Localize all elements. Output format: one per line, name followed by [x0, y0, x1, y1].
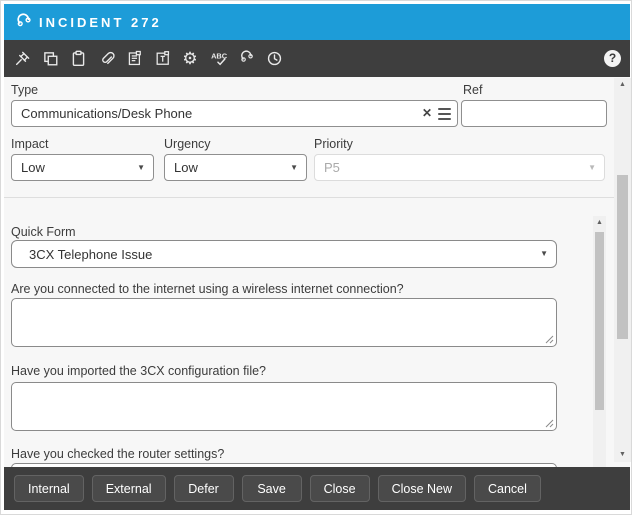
incident-window: INCIDENT 272 — [0, 0, 632, 515]
priority-value: P5 — [324, 160, 340, 175]
settings-gear-icon[interactable]: ⚙ — [181, 50, 199, 68]
call-phone-icon[interactable] — [237, 50, 255, 68]
chevron-down-icon: ▼ — [137, 163, 145, 172]
scrollbar-thumb[interactable] — [617, 175, 628, 339]
question-3-label: Have you checked the router settings? — [11, 447, 224, 461]
quick-form-select[interactable]: 3CX Telephone Issue ▼ — [11, 240, 557, 268]
scrollbar-thumb[interactable] — [595, 232, 604, 410]
urgency-value: Low — [174, 160, 198, 175]
impact-select[interactable]: Low ▼ — [11, 154, 154, 181]
type-combo: ✕ — [11, 100, 458, 127]
type-input[interactable] — [11, 100, 458, 127]
cancel-button[interactable]: Cancel — [474, 475, 541, 502]
paste-icon[interactable] — [69, 50, 87, 68]
quick-form-value: 3CX Telephone Issue — [21, 247, 152, 262]
type-label: Type — [11, 83, 38, 97]
chevron-down-icon: ▼ — [588, 163, 596, 172]
urgency-select[interactable]: Low ▼ — [164, 154, 307, 181]
priority-label: Priority — [314, 137, 353, 151]
pin-icon[interactable] — [13, 50, 31, 68]
notes-icon[interactable] — [125, 50, 143, 68]
phone-icon — [14, 13, 33, 32]
close-button[interactable]: Close — [310, 475, 370, 502]
quick-form-scrollbar[interactable]: ▲ — [593, 216, 606, 467]
ref-label: Ref — [463, 83, 482, 97]
impact-label: Impact — [11, 137, 49, 151]
question-2-label: Have you imported the 3CX configuration … — [11, 364, 266, 378]
quick-form-label: Quick Form — [11, 225, 76, 239]
copy-icon[interactable] — [41, 50, 59, 68]
form-icon[interactable] — [153, 50, 171, 68]
close-new-button[interactable]: Close New — [378, 475, 466, 502]
question-2-textarea[interactable] — [11, 382, 557, 431]
toolbar: ⚙ ABC ? — [4, 40, 630, 77]
page-title: INCIDENT 272 — [39, 15, 162, 30]
internal-button[interactable]: Internal — [14, 475, 84, 502]
question-1-label: Are you connected to the internet using … — [11, 282, 404, 296]
chevron-down-icon: ▼ — [290, 163, 298, 172]
question-1-textarea[interactable] — [11, 298, 557, 347]
action-bar: Internal External Defer Save Close Close… — [4, 467, 630, 510]
spellcheck-icon[interactable]: ABC — [209, 50, 227, 68]
defer-button[interactable]: Defer — [174, 475, 234, 502]
lookup-menu-icon[interactable] — [438, 108, 451, 120]
priority-select: P5 ▼ — [314, 154, 605, 181]
urgency-label: Urgency — [164, 137, 211, 151]
save-button[interactable]: Save — [242, 475, 302, 502]
scroll-up-icon[interactable]: ▲ — [614, 78, 631, 92]
scroll-up-icon[interactable]: ▲ — [593, 216, 606, 230]
external-button[interactable]: External — [92, 475, 166, 502]
section-divider — [4, 197, 616, 198]
clear-x-icon[interactable]: ✕ — [422, 106, 432, 120]
form-content: Type Ref ✕ Impact Urgency Priority Low ▼… — [4, 77, 630, 467]
title-bar: INCIDENT 272 — [4, 4, 630, 40]
ref-input[interactable] — [461, 100, 607, 127]
clock-icon[interactable] — [265, 50, 283, 68]
form-scrollbar[interactable]: ▲ ▼ — [614, 78, 631, 462]
impact-value: Low — [21, 160, 45, 175]
chevron-down-icon: ▼ — [540, 249, 548, 258]
help-button[interactable]: ? — [604, 50, 621, 67]
scroll-down-icon[interactable]: ▼ — [614, 448, 631, 462]
attachment-icon[interactable] — [97, 50, 115, 68]
